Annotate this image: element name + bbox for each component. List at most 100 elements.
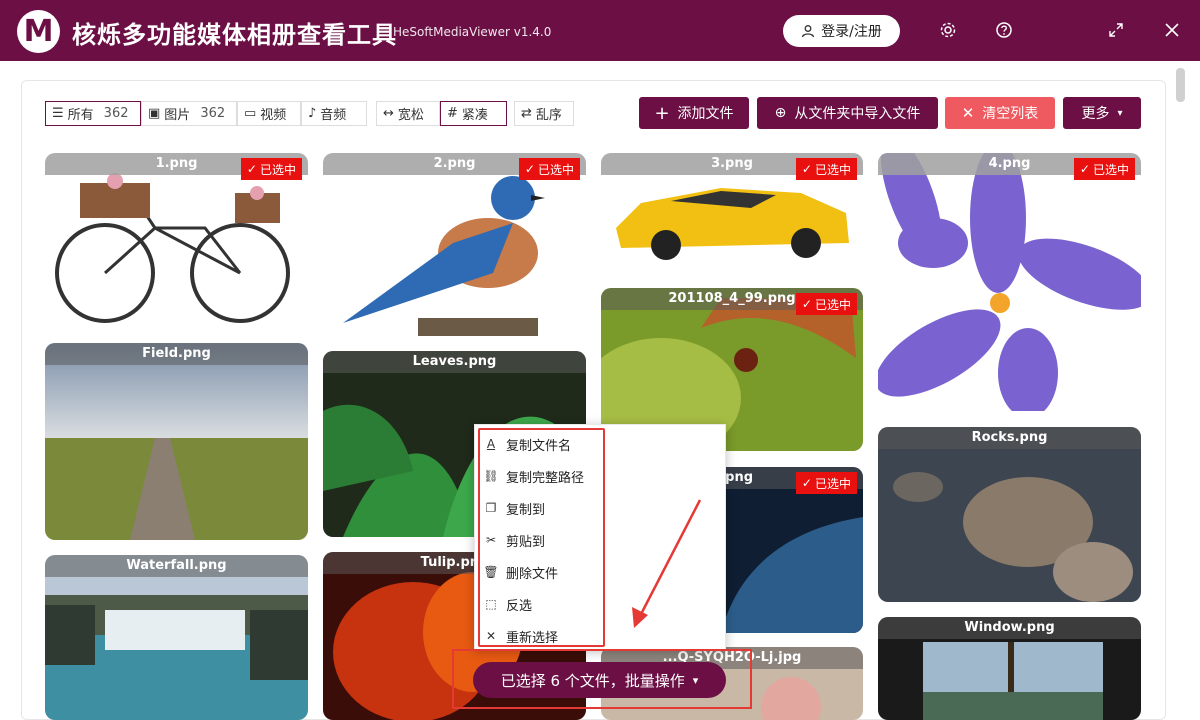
scrollbar-thumb[interactable] bbox=[1176, 68, 1185, 102]
more-button[interactable]: 更多 ▾ bbox=[1063, 97, 1141, 129]
batch-operation-button[interactable]: 已选择 6 个文件，批量操作 ▾ bbox=[473, 662, 726, 698]
filter-all[interactable]: ☰ 所有 362 bbox=[45, 101, 141, 126]
video-icon: ▭ bbox=[244, 106, 257, 121]
clear-list-button[interactable]: ✕ 清空列表 bbox=[945, 97, 1055, 129]
help-icon[interactable] bbox=[992, 18, 1016, 42]
menu-delete-label: 删除文件 bbox=[506, 566, 559, 582]
menu-reselect-label: 重新选择 bbox=[506, 630, 559, 646]
menu-copy-to-label: 复制到 bbox=[506, 502, 546, 518]
menu-cut-to-label: 剪贴到 bbox=[506, 534, 546, 550]
user-icon bbox=[801, 25, 815, 38]
media-card[interactable]: 2.png ✓ 已选中 bbox=[323, 153, 586, 336]
image-icon: ▣ bbox=[148, 106, 161, 121]
selected-label: 已选中 bbox=[537, 162, 574, 177]
login-button[interactable]: 登录/注册 bbox=[783, 15, 900, 47]
layout-loose[interactable]: ↔ 宽松 bbox=[376, 101, 440, 126]
shuffle-icon: ⇄ bbox=[521, 106, 532, 121]
maximize-icon[interactable] bbox=[1104, 18, 1128, 42]
grid-icon: # bbox=[447, 106, 458, 121]
shuffle-label: 乱序 bbox=[535, 108, 562, 123]
filter-audio-label: 音频 bbox=[320, 108, 347, 123]
layout-loose-label: 宽松 bbox=[397, 108, 424, 123]
selected-label: 已选中 bbox=[814, 297, 851, 312]
check-icon: ✓ bbox=[524, 162, 535, 176]
selected-badge[interactable]: ✓ 已选中 bbox=[795, 472, 857, 494]
filter-all-label: 所有 bbox=[67, 108, 94, 123]
list-icon: ☰ bbox=[52, 106, 64, 121]
menu-reselect[interactable]: ✕ 重新选择 bbox=[484, 622, 558, 650]
media-card[interactable]: Window.png bbox=[878, 617, 1141, 720]
plus-circle-icon: ⊕ bbox=[774, 105, 787, 121]
menu-copy-filename[interactable]: A 复制文件名 bbox=[484, 430, 571, 458]
add-file-button[interactable]: + 添加文件 bbox=[639, 97, 749, 129]
menu-cut-to[interactable]: ✂ 剪贴到 bbox=[484, 526, 545, 554]
close-icon[interactable] bbox=[1160, 18, 1184, 42]
bluebird-image bbox=[343, 176, 545, 336]
crocus-image bbox=[878, 153, 1141, 411]
app-logo: M bbox=[17, 10, 60, 53]
selected-badge[interactable]: ✓ 已选中 bbox=[518, 158, 580, 180]
media-card[interactable]: 1.png ✓ 已选中 bbox=[45, 153, 308, 328]
filter-video-label: 视频 bbox=[260, 108, 287, 123]
link-icon: ⛓ bbox=[483, 469, 499, 483]
filter-images-label: 图片 bbox=[164, 108, 191, 123]
card-filename: Rocks.png bbox=[878, 427, 1141, 449]
menu-copy-path[interactable]: ⛓ 复制完整路径 bbox=[483, 462, 585, 490]
filter-video[interactable]: ▭ 视频 bbox=[237, 101, 301, 126]
layout-compact[interactable]: # 紧凑 bbox=[440, 101, 507, 126]
menu-invert-label: 反选 bbox=[506, 598, 533, 614]
menu-copy-to[interactable]: ❐ 复制到 bbox=[484, 494, 545, 522]
card-filename: Field.png bbox=[45, 343, 308, 365]
menu-copy-path-label: 复制完整路径 bbox=[506, 470, 585, 486]
filter-audio[interactable]: ♪ 音频 bbox=[301, 101, 367, 126]
media-card[interactable]: Rocks.png bbox=[878, 427, 1141, 602]
check-icon: ✓ bbox=[801, 476, 812, 490]
x-icon: ✕ bbox=[485, 629, 497, 643]
selected-label: 已选中 bbox=[1092, 162, 1129, 177]
selected-badge[interactable]: ✓ 已选中 bbox=[240, 158, 302, 180]
plus-icon: + bbox=[654, 102, 670, 124]
x-icon: ✕ bbox=[961, 104, 975, 122]
rocks-image bbox=[878, 427, 1141, 602]
filter-images-count: 362 bbox=[200, 106, 226, 121]
import-folder-button[interactable]: ⊕ 从文件夹中导入文件 bbox=[757, 97, 938, 129]
copy-icon: ❐ bbox=[485, 501, 497, 515]
more-label: 更多 bbox=[1081, 106, 1110, 122]
selected-label: 已选中 bbox=[259, 162, 296, 177]
loose-icon: ↔ bbox=[383, 106, 394, 121]
selected-badge[interactable]: ✓ 已选中 bbox=[1073, 158, 1135, 180]
batch-operation-label: 已选择 6 个文件，批量操作 bbox=[500, 671, 685, 690]
text-icon: A bbox=[486, 437, 496, 451]
scissors-icon: ✂ bbox=[485, 533, 497, 547]
login-label: 登录/注册 bbox=[821, 24, 882, 40]
filter-images[interactable]: ▣ 图片 362 bbox=[141, 101, 237, 126]
scrollbar[interactable] bbox=[1176, 66, 1186, 716]
card-filename: Window.png bbox=[878, 617, 1141, 639]
media-card[interactable]: Field.png bbox=[45, 343, 308, 540]
check-icon: ✓ bbox=[801, 162, 812, 176]
title-bar: M 核烁多功能媒体相册查看工具 HeSoftMediaViewer v1.4.0… bbox=[0, 0, 1200, 61]
add-file-label: 添加文件 bbox=[677, 106, 734, 122]
media-card[interactable]: 3.png ✓ 已选中 bbox=[601, 153, 863, 273]
selected-badge[interactable]: ✓ 已选中 bbox=[795, 293, 857, 315]
app-version: HeSoftMediaViewer v1.4.0 bbox=[393, 25, 552, 39]
menu-delete[interactable]: 🗑 删除文件 bbox=[483, 558, 559, 586]
media-card[interactable]: 4.png ✓ 已选中 bbox=[878, 153, 1141, 411]
select-icon: ⬚ bbox=[485, 597, 497, 611]
selected-label: 已选中 bbox=[814, 162, 851, 177]
selected-badge[interactable]: ✓ 已选中 bbox=[795, 158, 857, 180]
check-icon: ✓ bbox=[246, 162, 257, 176]
waterfall-image bbox=[45, 555, 308, 720]
import-folder-label: 从文件夹中导入文件 bbox=[794, 106, 921, 122]
chevron-down-icon: ▾ bbox=[1117, 107, 1123, 119]
card-filename: Leaves.png bbox=[323, 351, 586, 373]
menu-invert-selection[interactable]: ⬚ 反选 bbox=[484, 590, 532, 618]
field-image bbox=[45, 343, 308, 540]
filter-all-count: 362 bbox=[103, 106, 129, 121]
menu-copy-filename-label: 复制文件名 bbox=[506, 438, 572, 454]
selected-label: 已选中 bbox=[814, 476, 851, 491]
shuffle-button[interactable]: ⇄ 乱序 bbox=[514, 101, 574, 126]
media-card[interactable]: Waterfall.png bbox=[45, 555, 308, 720]
gear-icon[interactable] bbox=[936, 18, 960, 42]
app-title: 核烁多功能媒体相册查看工具 bbox=[72, 21, 397, 49]
